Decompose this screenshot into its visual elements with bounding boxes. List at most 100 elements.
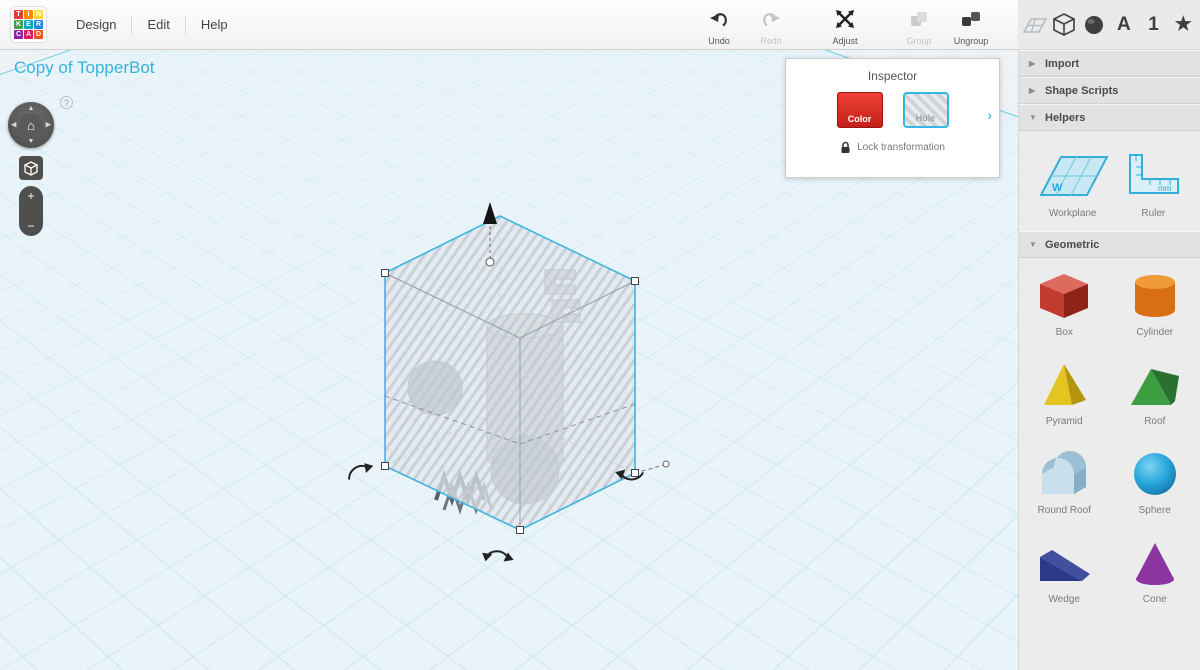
- logo-cell: T: [14, 10, 23, 19]
- redo-icon: [761, 9, 781, 34]
- unit-stepper[interactable]: ▲ ▼: [978, 616, 991, 631]
- shape-sphere[interactable]: Sphere: [1110, 448, 1200, 516]
- design-canvas[interactable]: Copy of TopperBot ▲ ▼ ◀ ▶ ⌂ ? + −: [0, 50, 1018, 670]
- svg-text:W: W: [1052, 182, 1063, 194]
- helpers-section-label: Helpers: [1045, 112, 1085, 124]
- zoom-out-button[interactable]: −: [27, 220, 34, 232]
- helpers-list: W Workplane mm Ruler: [1019, 131, 1200, 231]
- logo-cell: A: [24, 30, 33, 39]
- group-label: Group: [906, 36, 931, 46]
- shape-category-strip: A 1 ★: [1018, 0, 1200, 50]
- geometric-shape-grid: Box Cylinder Pyramid Roof: [1019, 258, 1200, 626]
- cone-icon: [1127, 537, 1183, 589]
- shape-label: Roof: [1144, 416, 1165, 427]
- helper-ruler[interactable]: mm Ruler: [1122, 149, 1184, 219]
- pyramid-icon: [1036, 359, 1092, 411]
- zoom-in-button[interactable]: +: [27, 190, 34, 202]
- shape-pyramid[interactable]: Pyramid: [1019, 359, 1110, 427]
- stepper-down-icon: ▼: [983, 646, 988, 650]
- shape-roof[interactable]: Roof: [1110, 359, 1200, 427]
- sphere-icon: [1127, 448, 1183, 500]
- section-geometric[interactable]: ▼ Geometric: [1019, 231, 1200, 258]
- section-import[interactable]: ▶ Import: [1019, 50, 1200, 77]
- nav-help-icon[interactable]: ?: [60, 96, 73, 109]
- adjust-button[interactable]: Adjust: [822, 3, 868, 46]
- tab-letters[interactable]: A: [1111, 10, 1137, 40]
- ungroup-button[interactable]: Ungroup: [948, 3, 994, 46]
- lock-icon: [840, 141, 851, 154]
- zoom-control[interactable]: + −: [19, 186, 43, 236]
- adjust-label: Adjust: [832, 36, 857, 46]
- undo-button[interactable]: Undo: [696, 3, 742, 46]
- shape-cone[interactable]: Cone: [1110, 537, 1200, 605]
- round-roof-icon: [1036, 448, 1092, 500]
- wedge-icon: [1036, 537, 1092, 589]
- snap-grid-stepper[interactable]: ▲ ▼: [978, 638, 991, 653]
- menu-design[interactable]: Design: [61, 0, 131, 49]
- star-icon: ★: [1175, 15, 1192, 34]
- inspector-expand-chevron-icon[interactable]: ›: [987, 107, 992, 123]
- shape-scripts-section-label: Shape Scripts: [1045, 85, 1118, 97]
- redo-button[interactable]: Redo: [748, 3, 794, 46]
- rotate-handle-bottom[interactable]: [480, 544, 516, 570]
- section-helpers[interactable]: ▼ Helpers: [1019, 104, 1200, 131]
- design-title[interactable]: Copy of TopperBot: [14, 58, 155, 78]
- fit-view-button[interactable]: [19, 156, 43, 180]
- menu-edit[interactable]: Edit: [132, 0, 184, 49]
- color-swatch-label: Color: [848, 114, 872, 124]
- shape-label: Sphere: [1139, 505, 1171, 516]
- workplane-icon: W: [1035, 149, 1111, 201]
- logo-cell: K: [14, 20, 23, 29]
- tab-symbols[interactable]: ★: [1170, 10, 1196, 40]
- collapse-arrow-icon: ▶: [1029, 59, 1038, 68]
- orbit-down-icon[interactable]: ▼: [28, 138, 35, 145]
- selected-model[interactable]: [340, 178, 670, 578]
- geometric-section-label: Geometric: [1045, 239, 1099, 251]
- logo-cell: R: [34, 20, 43, 29]
- top-toolbar: T I N K E R C A D Design Edit Help Undo …: [0, 0, 1018, 50]
- orbit-up-icon[interactable]: ▲: [28, 105, 35, 112]
- hole-swatch[interactable]: Hole: [903, 92, 949, 128]
- unit-select[interactable]: inches ▲ ▼: [930, 615, 992, 632]
- shape-label: Pyramid: [1046, 416, 1083, 427]
- logo-cell: C: [14, 30, 23, 39]
- undo-label: Undo: [708, 36, 730, 46]
- home-view-icon[interactable]: ⌂: [19, 113, 43, 137]
- section-shape-scripts[interactable]: ▶ Shape Scripts: [1019, 77, 1200, 104]
- menu-bar: Design Edit Help: [61, 0, 243, 49]
- shape-sidebar: ▶ Import ▶ Shape Scripts ▼ Helpers W Wor…: [1018, 50, 1200, 670]
- tab-numbers[interactable]: 1: [1141, 10, 1167, 40]
- orbit-view-control[interactable]: ▲ ▼ ◀ ▶ ⌂: [8, 102, 54, 148]
- workplane-label: Workplane: [1049, 208, 1097, 219]
- shape-label: Cylinder: [1136, 327, 1173, 338]
- tinkercad-logo[interactable]: T I N K E R C A D: [10, 6, 47, 43]
- grid-settings: Unit inches ▲ ▼ Snap grid 1/8" ▲ ▼: [880, 615, 992, 654]
- menu-help[interactable]: Help: [186, 0, 243, 49]
- ungroup-label: Ungroup: [954, 36, 989, 46]
- shape-cylinder[interactable]: Cylinder: [1110, 270, 1200, 338]
- redo-label: Redo: [760, 36, 782, 46]
- adjust-icon: [835, 9, 855, 34]
- tab-special-shapes-icon[interactable]: [1081, 10, 1107, 40]
- toolbar-actions: Undo Redo Adjust: [696, 3, 1018, 46]
- ruler-icon: mm: [1122, 149, 1184, 201]
- tab-geometric-cube-icon[interactable]: [1051, 10, 1077, 40]
- stepper-down-icon: ▼: [983, 624, 988, 628]
- import-section-label: Import: [1045, 58, 1079, 70]
- orbit-left-icon[interactable]: ◀: [11, 122, 16, 129]
- shape-box[interactable]: Box: [1019, 270, 1110, 338]
- tab-workplane-icon[interactable]: [1022, 10, 1048, 40]
- ungroup-icon: [961, 9, 981, 34]
- helper-workplane[interactable]: W Workplane: [1035, 149, 1111, 219]
- hole-swatch-label: Hole: [916, 113, 936, 123]
- shape-wedge[interactable]: Wedge: [1019, 537, 1110, 605]
- orbit-right-icon[interactable]: ▶: [46, 122, 51, 129]
- lock-transformation-toggle[interactable]: Lock transformation: [786, 141, 999, 154]
- group-button[interactable]: Group: [896, 3, 942, 46]
- rotate-handle-left[interactable]: [346, 461, 375, 480]
- shape-label: Round Roof: [1038, 505, 1091, 516]
- color-swatch[interactable]: Color: [837, 92, 883, 128]
- expand-arrow-icon: ▼: [1029, 113, 1038, 122]
- snap-grid-select[interactable]: 1/8" ▲ ▼: [930, 637, 992, 654]
- shape-round-roof[interactable]: Round Roof: [1019, 448, 1110, 516]
